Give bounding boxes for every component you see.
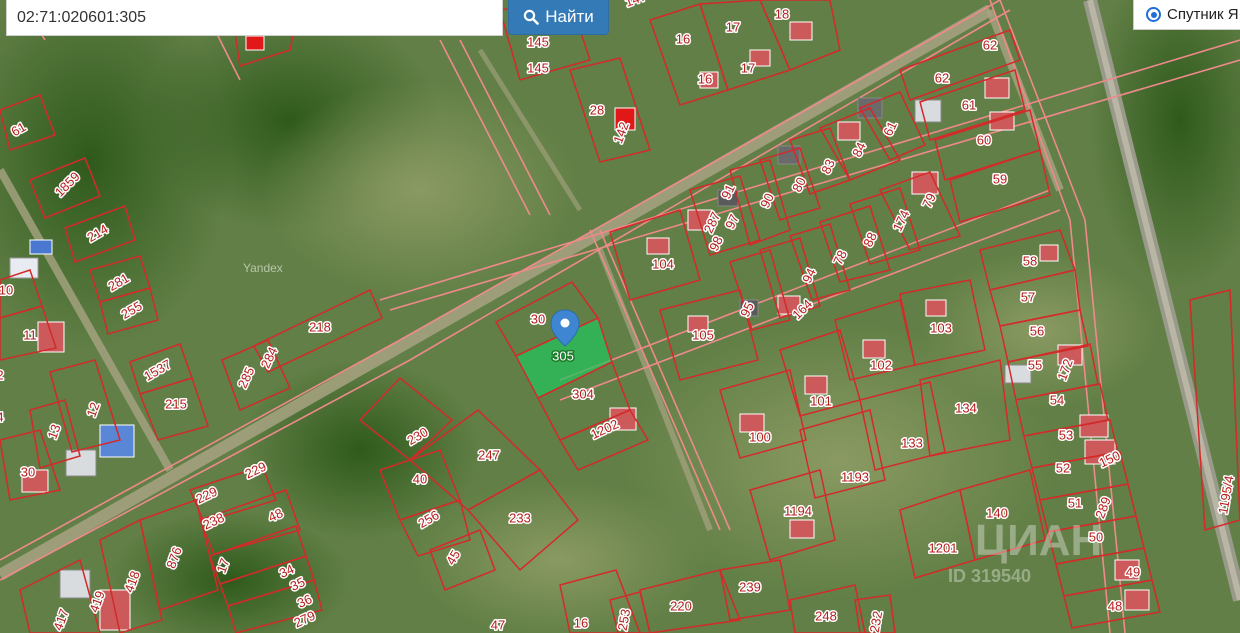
parcel-label-102: 102 — [870, 357, 892, 372]
parcel-label-10: 10 — [0, 282, 13, 297]
parcel-label-50: 50 — [1089, 529, 1103, 544]
parcel-label-40: 40 — [413, 471, 427, 486]
parcel-label-51: 51 — [1068, 495, 1082, 510]
parcel-label-145: 145 — [527, 34, 549, 49]
yandex-watermark: Yandex — [243, 261, 283, 275]
search-button-label: Найти — [545, 7, 594, 26]
parcel-label-59: 59 — [993, 171, 1007, 186]
cian-id-watermark: ID 319540 — [948, 566, 1031, 586]
parcel-label-145: 145 — [527, 60, 549, 75]
parcel-label-49: 49 — [1126, 564, 1140, 579]
parcel-label-305: 305 — [552, 348, 574, 363]
parcel-label-215: 215 — [165, 396, 187, 411]
parcel-label-53: 53 — [1059, 427, 1073, 442]
cian-watermark: ЦИАН — [975, 516, 1102, 565]
parcel-label-220: 220 — [670, 598, 692, 613]
parcel-label-16: 16 — [574, 615, 588, 630]
map-canvas[interactable]: Yandex ЦИАН ID 319540 303053041202218284… — [0, 0, 1240, 633]
parcel-label-11: 11 — [23, 327, 37, 342]
parcel-label-1201: 1201 — [929, 540, 958, 555]
parcel-label-1194: 1194 — [784, 503, 812, 518]
parcel-label-16: 16 — [676, 31, 690, 46]
parcel-label-17: 17 — [726, 19, 740, 34]
parcel-label-134: 134 — [955, 400, 977, 415]
parcel-label-105: 105 — [692, 327, 714, 342]
parcel-label-52: 52 — [1056, 460, 1070, 475]
parcel-label-218: 218 — [309, 319, 331, 334]
parcel-label-2: 2 — [0, 367, 4, 382]
parcel-label-18: 18 — [775, 6, 789, 21]
search-button[interactable]: Найти — [508, 0, 609, 35]
cadastral-search-box — [6, 0, 503, 36]
parcel-label-4: 4 — [0, 409, 4, 424]
parcel-label-239: 239 — [739, 579, 761, 594]
parcel-label-60: 60 — [977, 132, 991, 147]
parcel-label-16: 16 — [698, 71, 712, 86]
search-icon — [524, 9, 540, 25]
parcel-label-58: 58 — [1023, 253, 1037, 268]
parcel-label-54: 54 — [1050, 392, 1064, 407]
parcel-label-233: 233 — [509, 510, 531, 525]
parcel-label-62: 62 — [935, 70, 949, 85]
parcel-label-1193: 1193 — [841, 469, 869, 484]
parcel-label-101: 101 — [810, 393, 832, 408]
parcel-label-247: 247 — [478, 447, 500, 462]
cadastral-search-input[interactable] — [7, 0, 502, 35]
layer-option-label: Спутник Я — [1167, 6, 1239, 23]
parcel-label-28: 28 — [590, 102, 604, 117]
parcel-label-62: 62 — [983, 37, 997, 52]
layer-switcher[interactable]: Спутник Я — [1133, 0, 1240, 30]
parcel-label-17: 17 — [741, 60, 755, 75]
parcel-label-248: 248 — [815, 608, 837, 623]
parcel-label-57: 57 — [1021, 289, 1035, 304]
parcel-label-55: 55 — [1028, 357, 1042, 372]
parcel-label-30: 30 — [21, 464, 35, 479]
parcel-label-48: 48 — [1108, 598, 1122, 613]
parcel-label-103: 103 — [930, 320, 952, 335]
parcel-label-61: 61 — [962, 97, 976, 112]
parcel-label-133: 133 — [901, 435, 923, 450]
radio-selected-icon[interactable] — [1146, 7, 1161, 22]
parcel-label-47: 47 — [491, 617, 505, 632]
parcel-label-104: 104 — [652, 256, 674, 271]
parcel-label-304: 304 — [572, 386, 594, 401]
parcel-label-140: 140 — [986, 505, 1008, 520]
parcel-label-100: 100 — [749, 429, 771, 444]
parcel-label-56: 56 — [1030, 323, 1044, 338]
parcel-label-30: 30 — [531, 311, 545, 326]
